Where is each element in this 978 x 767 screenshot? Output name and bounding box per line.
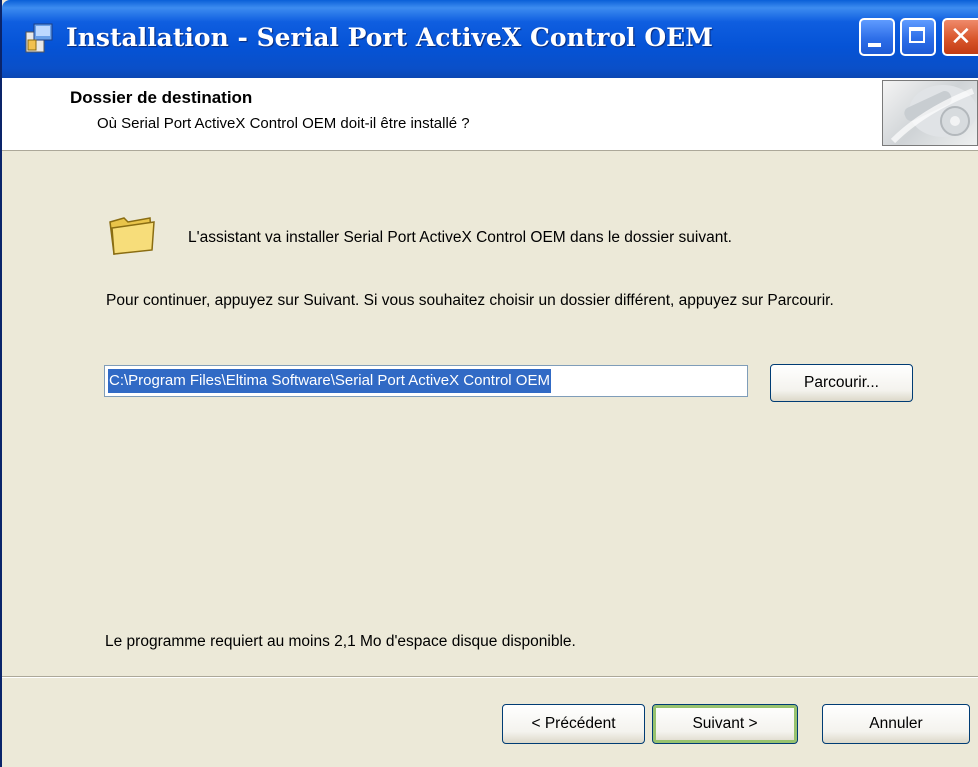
- intro-text: L'assistant va installer Serial Port Act…: [188, 229, 732, 246]
- maximize-icon: [909, 27, 925, 43]
- footer-divider-highlight: [2, 677, 978, 678]
- disk-space-requirement: Le programme requiert au moins 2,1 Mo d'…: [105, 633, 576, 650]
- wizard-image-icon: [890, 85, 977, 144]
- folder-icon: [109, 217, 155, 255]
- installer-window: Installation - Serial Port ActiveX Contr…: [0, 0, 978, 767]
- browse-button[interactable]: Parcourir...: [770, 364, 913, 402]
- wizard-header-image: [882, 80, 978, 146]
- close-button[interactable]: ✕: [942, 18, 978, 56]
- instructions-text: Pour continuer, appuyez sur Suivant. Si …: [106, 292, 834, 309]
- minimize-icon: [868, 43, 881, 47]
- back-button[interactable]: < Précédent: [502, 704, 645, 744]
- title-bar[interactable]: Installation - Serial Port ActiveX Contr…: [2, 0, 978, 78]
- minimize-button[interactable]: [859, 18, 895, 56]
- destination-path-value: C:\Program Files\Eltima Software\Serial …: [108, 369, 551, 393]
- window-title: Installation - Serial Port ActiveX Contr…: [66, 23, 713, 52]
- maximize-button[interactable]: [900, 18, 936, 56]
- next-button[interactable]: Suivant >: [652, 704, 798, 744]
- installer-icon: [25, 23, 53, 53]
- destination-path-input[interactable]: C:\Program Files\Eltima Software\Serial …: [104, 365, 748, 397]
- page-title: Dossier de destination: [70, 88, 253, 107]
- page-subtitle: Où Serial Port ActiveX Control OEM doit-…: [97, 115, 470, 132]
- close-icon: ✕: [950, 22, 972, 52]
- cancel-button[interactable]: Annuler: [822, 704, 970, 744]
